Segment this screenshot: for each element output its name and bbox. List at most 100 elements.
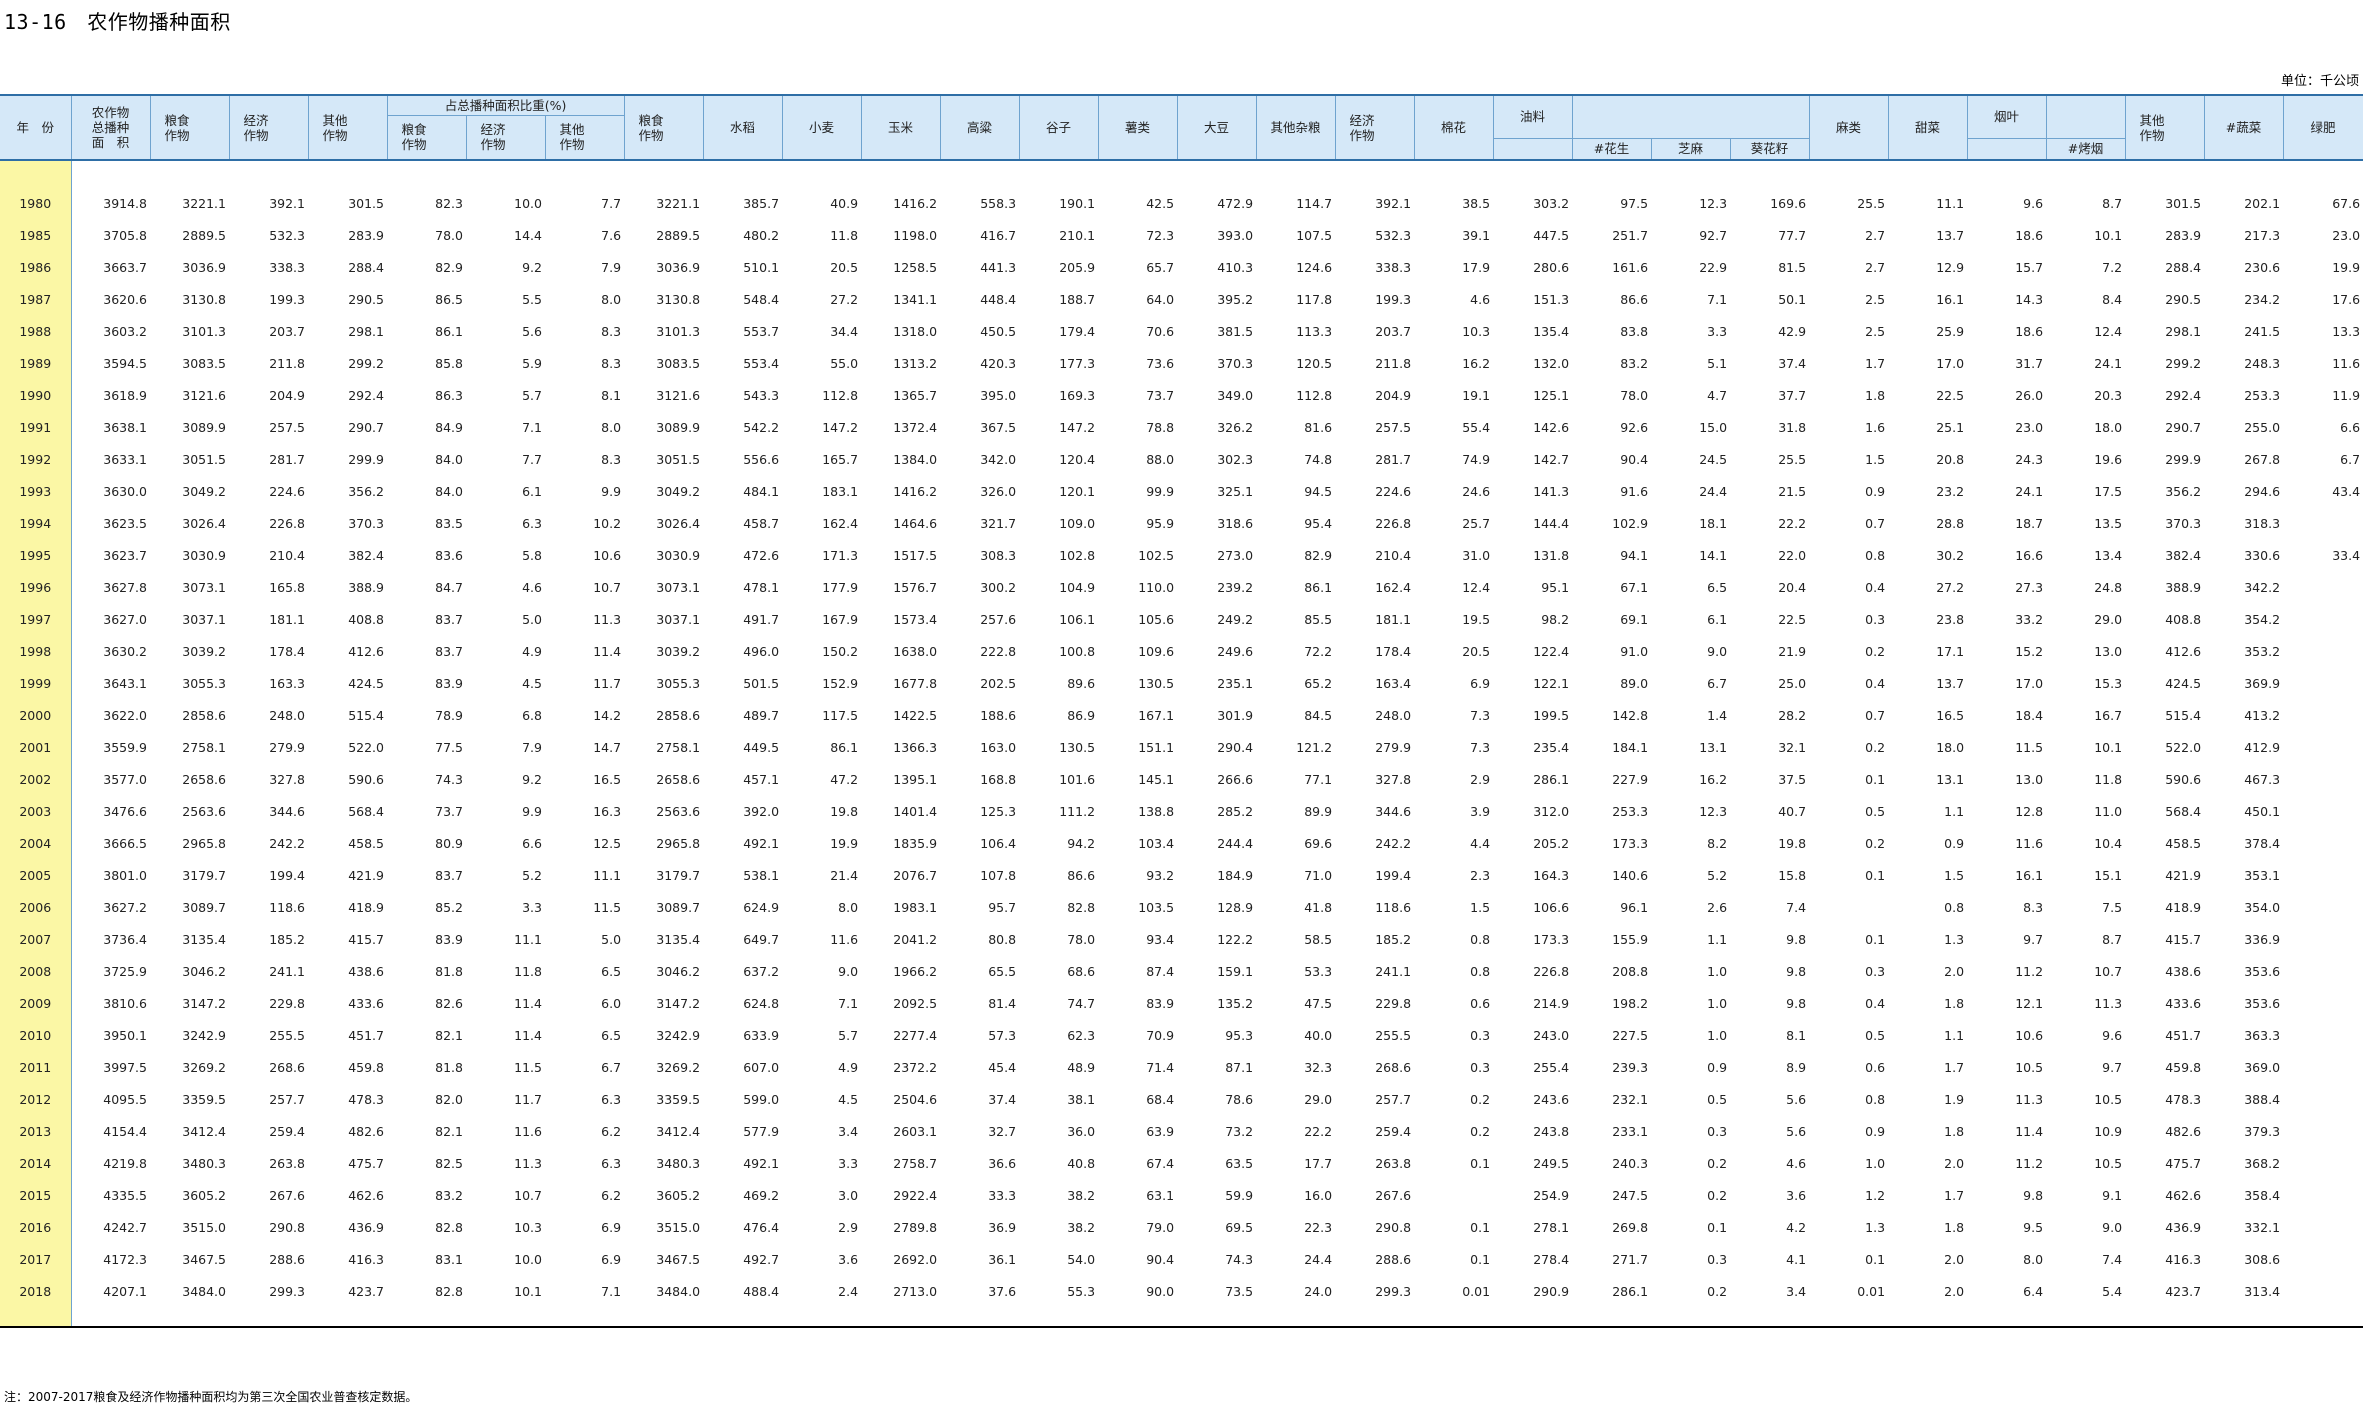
table-cell: 3633.1 bbox=[103, 452, 147, 467]
table-cell: 40.8 bbox=[1067, 1156, 1096, 1171]
table-cell: 1341.1 bbox=[893, 292, 938, 307]
table-cell: 74.3 bbox=[1225, 1252, 1254, 1267]
table-cell: 83.6 bbox=[435, 548, 463, 563]
table-cell: 6.7 bbox=[2340, 452, 2361, 467]
table-cell: 2372.2 bbox=[893, 1060, 938, 1075]
table-cell bbox=[2283, 1212, 2363, 1244]
table-cell: 177.9 bbox=[822, 580, 859, 595]
table-cell: 3480.3 bbox=[656, 1156, 701, 1171]
header-soy: 大豆 bbox=[1177, 94, 1257, 161]
table-cell: 16.6 bbox=[2015, 548, 2044, 563]
table-cell: 553.7 bbox=[743, 324, 780, 339]
table-cell: 141.3 bbox=[1533, 484, 1570, 499]
spacer-cell bbox=[782, 160, 861, 188]
table-cell: 6.9 bbox=[1470, 676, 1491, 691]
table-cell: 451.7 bbox=[348, 1028, 384, 1043]
table-cell: 74.7 bbox=[1067, 996, 1096, 1011]
table-cell: 74.3 bbox=[435, 772, 463, 787]
table-cell: 3046.2 bbox=[182, 964, 226, 979]
table-cell: 7.9 bbox=[522, 740, 542, 755]
table-cell: 299.9 bbox=[2165, 452, 2202, 467]
table-cell: 522.0 bbox=[348, 740, 384, 755]
table-cell: 69.1 bbox=[1620, 612, 1649, 627]
table-cell: 70.6 bbox=[1146, 324, 1175, 339]
spacer-cell bbox=[150, 160, 229, 188]
table-cell: 0.2 bbox=[1865, 644, 1886, 659]
table-cell: 472.9 bbox=[1217, 196, 1254, 211]
table-cell: 577.9 bbox=[743, 1124, 780, 1139]
table-cell: 3618.9 bbox=[103, 388, 147, 403]
table-cell: 5.2 bbox=[1707, 868, 1728, 883]
table-cell: 78.6 bbox=[1225, 1092, 1254, 1107]
table-cell: 476.4 bbox=[743, 1220, 780, 1235]
table-cell: 21.9 bbox=[1778, 644, 1807, 659]
table-cell: 21.5 bbox=[1778, 484, 1807, 499]
table-cell: 522.0 bbox=[2165, 740, 2202, 755]
table-cell bbox=[2283, 1020, 2363, 1052]
table-cell: 279.9 bbox=[269, 740, 305, 755]
table-cell: 184.1 bbox=[1612, 740, 1649, 755]
table-cell: 290.5 bbox=[2165, 292, 2202, 307]
table-cell: 122.4 bbox=[1533, 644, 1570, 659]
table-cell: 5.0 bbox=[522, 612, 542, 627]
table-cell: 89.6 bbox=[1067, 676, 1096, 691]
table-cell: 161.6 bbox=[1612, 260, 1649, 275]
table-cell: 0.2 bbox=[1865, 836, 1886, 851]
table-cell: 73.5 bbox=[1177, 1276, 1257, 1328]
table-cell: 467.3 bbox=[2244, 772, 2281, 787]
table-cell: 501.5 bbox=[743, 676, 780, 691]
table-cell: 2889.5 bbox=[656, 228, 701, 243]
table-cell: 3950.1 bbox=[103, 1028, 147, 1043]
table-cell: 89.0 bbox=[1620, 676, 1649, 691]
table-cell: 8.2 bbox=[1707, 836, 1728, 851]
table-row: 1988 3603.2 3101.3 203.7 298.1 86.1 5.6 8.3 3101… bbox=[0, 316, 2363, 348]
table-cell: 117.5 bbox=[822, 708, 859, 723]
table-cell: 2.9 bbox=[838, 1220, 859, 1235]
table-cell: 84.7 bbox=[435, 580, 463, 595]
table-cell: 13.5 bbox=[2094, 516, 2123, 531]
table-cell: 2.6 bbox=[1707, 900, 1728, 915]
table-cell: 15.0 bbox=[1699, 420, 1728, 435]
table-cell: 290.8 bbox=[1375, 1220, 1412, 1235]
table-cell: 84.0 bbox=[435, 452, 463, 467]
table-cell: 17.0 bbox=[2015, 676, 2044, 691]
table-cell: 3055.3 bbox=[656, 676, 701, 691]
table-cell: 10.5 bbox=[2094, 1156, 2123, 1171]
table-cell: 3997.5 bbox=[103, 1060, 147, 1075]
table-row: 1980 3914.8 3221.1 392.1 301.5 82.3 10.0 7.7 322… bbox=[0, 188, 2363, 220]
table-cell: 106.6 bbox=[1533, 900, 1570, 915]
year-cell: 1994 bbox=[0, 508, 72, 540]
table-cell: 8.4 bbox=[2102, 292, 2123, 307]
spacer-cell bbox=[1493, 160, 1572, 188]
spacer-cell bbox=[624, 160, 703, 188]
table-cell: 8.0 bbox=[601, 292, 622, 307]
table-cell: 285.2 bbox=[1217, 804, 1254, 819]
table-cell: 412.6 bbox=[2165, 644, 2202, 659]
table-row: 1997 3627.0 3037.1 181.1 408.8 83.7 5.0 11.3 303… bbox=[0, 604, 2363, 636]
table-cell: 211.8 bbox=[1375, 356, 1412, 371]
table-cell: 9.7 bbox=[2102, 1060, 2123, 1075]
year-cell: 2015 bbox=[0, 1180, 72, 1212]
table-cell: 438.6 bbox=[348, 964, 384, 979]
table-cell: 1198.0 bbox=[893, 228, 938, 243]
table-cell: 590.6 bbox=[348, 772, 384, 787]
table-cell: 83.2 bbox=[435, 1188, 463, 1203]
table-cell: 8.9 bbox=[1786, 1060, 1807, 1075]
table-cell: 2713.0 bbox=[861, 1276, 941, 1328]
table-cell: 91.6 bbox=[1620, 484, 1649, 499]
table-cell: 8.7 bbox=[2102, 932, 2123, 947]
table-cell bbox=[2283, 1084, 2363, 1116]
table-row: 1989 3594.5 3083.5 211.8 299.2 85.8 5.9 8.3 3083… bbox=[0, 348, 2363, 380]
table-cell: 1.2 bbox=[1865, 1188, 1886, 1203]
table-cell: 83.8 bbox=[1620, 324, 1649, 339]
table-cell: 41.8 bbox=[1304, 900, 1333, 915]
table-cell: 438.6 bbox=[2165, 964, 2202, 979]
table-cell: 412.6 bbox=[348, 644, 384, 659]
table-cell: 169.6 bbox=[1770, 196, 1807, 211]
table-cell bbox=[2283, 1180, 2363, 1212]
table-cell: 80.9 bbox=[435, 836, 463, 851]
spacer-cell bbox=[940, 160, 1019, 188]
table-cell: 8.3 bbox=[601, 356, 622, 371]
table-cell: 10.3 bbox=[1462, 324, 1491, 339]
table-cell: 24.8 bbox=[2094, 580, 2123, 595]
